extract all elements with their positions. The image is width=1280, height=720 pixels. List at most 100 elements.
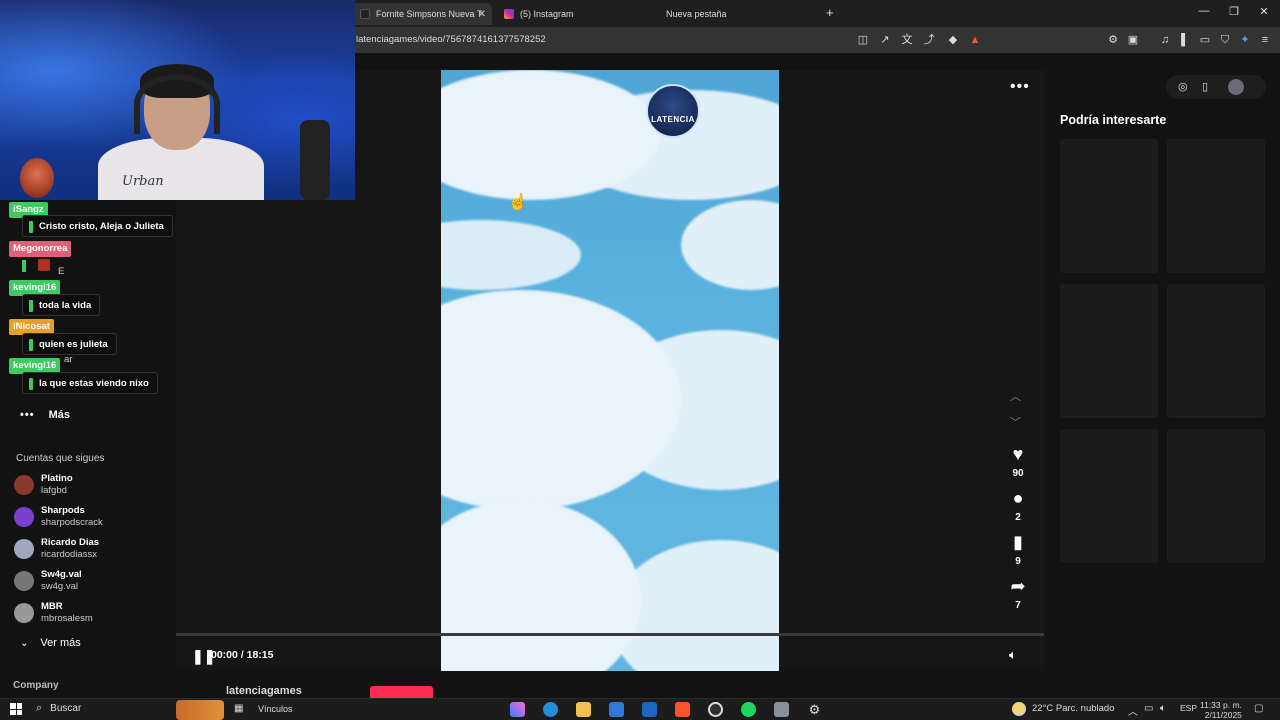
phone-icon[interactable]: ▯ (1202, 80, 1208, 93)
tiktok-tab-icon (360, 9, 370, 19)
profile-avatar[interactable] (1228, 79, 1244, 95)
account-handle: mbrosalesm (41, 613, 93, 624)
next-video-icon[interactable]: ﹀ (1010, 414, 1021, 430)
sidebar-icon[interactable]: ▌ (1178, 33, 1192, 47)
channel-name[interactable]: latenciagames (226, 685, 302, 697)
file-explorer-icon[interactable] (576, 702, 591, 717)
vpn-icon[interactable]: ⛉ (1218, 33, 1232, 47)
volume-tray-icon[interactable]: 🔈︎ (1160, 703, 1166, 714)
following-item[interactable]: Platino lafgbd (14, 472, 73, 498)
like-button[interactable]: ♥ 90 (1004, 444, 1032, 479)
windows-start-icon[interactable] (10, 703, 22, 715)
wallet-icon[interactable]: ▭ (1198, 33, 1212, 47)
account-handle: lafgbd (41, 485, 67, 496)
widgets-icon[interactable]: ▦ (234, 703, 243, 714)
save-count: 9 (1015, 556, 1021, 567)
more-options-icon[interactable]: ••• (1010, 78, 1030, 96)
video-progress-bar[interactable] (176, 633, 1044, 636)
extensions-icon[interactable]: ⚙ (1106, 33, 1120, 47)
cloud (441, 220, 581, 290)
bookmark-icon: ▮ (1013, 532, 1023, 552)
previous-video-icon[interactable]: ︿ (1010, 388, 1021, 404)
music-icon[interactable]: ♫ (1158, 33, 1172, 47)
chat-fragment: ar (64, 354, 73, 365)
search-label: Buscar (50, 703, 82, 714)
tab-instagram[interactable]: (5) Instagram (494, 3, 644, 25)
suggestion-thumbnail[interactable] (1167, 429, 1265, 563)
menu-icon[interactable]: ≡ (1258, 33, 1272, 47)
like-count: 90 (1012, 468, 1024, 479)
settings-icon[interactable]: ⚙ (807, 702, 822, 717)
see-more-label: Ver más (40, 637, 81, 649)
spotify-icon[interactable] (741, 702, 756, 717)
copilot-icon[interactable] (510, 702, 525, 717)
links-toolbar[interactable]: Vínculos (258, 704, 293, 714)
restore-icon[interactable]: ❐ (1224, 5, 1244, 18)
tab-label: Fornite Simpsons Nueva Tem (376, 9, 482, 19)
share-button[interactable]: ➦ 7 (1004, 576, 1032, 611)
volume-icon[interactable]: 🔈︎ (1009, 647, 1017, 663)
brave-icon[interactable] (675, 702, 690, 717)
close-tab-icon[interactable]: ✕ (478, 9, 486, 20)
address-bar[interactable]: latenciagames/video/7567874161377578252 (356, 34, 546, 45)
open-external-icon[interactable]: ↗ (878, 33, 892, 47)
tab-new[interactable]: Nueva pestaña (656, 3, 822, 25)
right-panel: ◎ ▯ Podría interesarte (1044, 53, 1280, 698)
follow-button[interactable] (370, 686, 433, 698)
clock[interactable]: 11:33 p. m. 2/11/2025 (1200, 700, 1242, 720)
language-indicator[interactable]: ESP (1180, 703, 1197, 713)
suggestion-thumbnail[interactable] (1060, 284, 1158, 418)
following-item[interactable]: MBR mbrosalesm (14, 600, 93, 626)
tab-label: (5) Instagram (520, 9, 574, 19)
new-tab-button[interactable]: + (826, 5, 834, 20)
taskbar-search[interactable]: ⌕ Buscar (36, 702, 81, 715)
share-icon[interactable]: ⤴ (922, 33, 936, 47)
comment-button[interactable]: ● 2 (1004, 488, 1032, 523)
chat-fragment: E (58, 266, 65, 277)
chat-username: Megonorrea (9, 241, 72, 257)
obs-icon[interactable] (708, 702, 723, 717)
see-more-button[interactable]: ⌄ Ver más (20, 637, 81, 649)
suggestion-thumbnail[interactable] (1167, 284, 1265, 418)
following-item[interactable]: Ricardo Dias ricardodiassx (14, 536, 99, 562)
translate-icon[interactable]: 文 (900, 33, 914, 47)
account-name: Sharpods (41, 505, 85, 516)
tab-fortnite[interactable]: Fornite Simpsons Nueva Tem ✕ (350, 3, 492, 25)
clock-date: 2/11/2025 (1204, 710, 1242, 720)
brave-rewards-icon[interactable]: ▲ (968, 33, 982, 47)
company-link[interactable]: Company (13, 680, 59, 691)
compass-icon[interactable]: ◎ (1178, 80, 1188, 93)
close-window-icon[interactable]: ✕ (1254, 5, 1274, 18)
screenshot-icon[interactable]: ▣ (1126, 33, 1140, 47)
network-icon[interactable]: ▭ (1144, 703, 1153, 714)
suggestion-thumbnail[interactable] (1060, 139, 1158, 273)
avatar (14, 507, 34, 527)
chat-emote (38, 259, 50, 271)
outlook-icon[interactable] (642, 702, 657, 717)
notifications-icon[interactable]: ▢ (1254, 703, 1263, 714)
save-button[interactable]: ▮ 9 (1004, 532, 1032, 567)
avatar (14, 475, 34, 495)
following-item[interactable]: Sharpods sharpodscrack (14, 504, 103, 530)
tab-label: Nueva pestaña (666, 9, 727, 19)
chevron-up-icon[interactable]: ︿ (1128, 703, 1138, 718)
video-player[interactable]: LATENCIA (441, 70, 779, 671)
taskview-icon[interactable] (176, 700, 224, 720)
store-icon[interactable] (609, 702, 624, 717)
following-item[interactable]: Sw4g.val sw4g.val (14, 568, 82, 594)
edge-icon[interactable] (543, 702, 558, 717)
minimize-icon[interactable]: — (1194, 5, 1214, 17)
suggestion-thumbnail[interactable] (1167, 139, 1265, 273)
share-count: 7 (1015, 600, 1021, 611)
cloud (681, 200, 779, 290)
brave-shield-icon[interactable]: ◆ (946, 33, 960, 47)
comment-count: 2 (1015, 512, 1021, 523)
ai-icon[interactable]: ✦ (1238, 33, 1252, 47)
more-menu-item[interactable]: ••• Más (20, 409, 70, 421)
more-label: Más (48, 409, 70, 421)
reader-icon[interactable]: ◫ (856, 33, 870, 47)
weather-text[interactable]: 22°C Parc. nublado (1032, 703, 1115, 714)
game-launcher-icon[interactable] (774, 702, 789, 717)
instagram-tab-icon (504, 9, 514, 19)
suggestion-thumbnail[interactable] (1060, 429, 1158, 563)
